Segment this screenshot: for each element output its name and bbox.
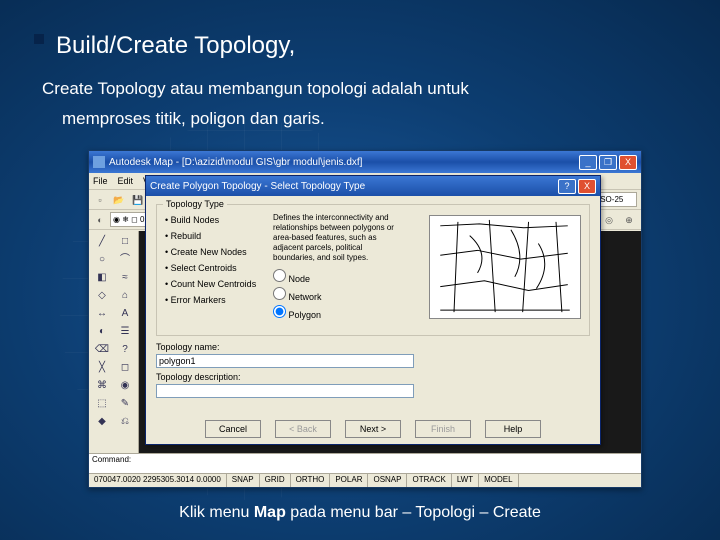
help-button[interactable]: Help (485, 420, 541, 438)
slide-caption: Klik menu Map pada menu bar – Topologi –… (0, 504, 720, 522)
palette-tool-10[interactable]: ◐ (91, 323, 113, 340)
status-ortho[interactable]: ORTHO (291, 474, 331, 487)
step-4: • Count New Centroids (165, 277, 273, 292)
minimize-button[interactable]: _ (579, 155, 597, 170)
dialog-help-button[interactable]: ? (558, 179, 576, 194)
radio-network[interactable]: Network (273, 287, 403, 305)
slide-body-1: Create Topology atau membangun topologi … (42, 76, 680, 102)
topology-name-input[interactable] (156, 354, 414, 368)
palette-tool-5[interactable]: ≈ (114, 269, 136, 286)
back-button[interactable]: < Back (275, 420, 331, 438)
palette-tool-21[interactable]: ⎌ (114, 413, 136, 430)
palette-tool-3[interactable]: ⌒ (114, 251, 136, 268)
step-0: • Build Nodes (165, 213, 273, 228)
group-title: Topology Type (163, 199, 227, 209)
palette-tool-11[interactable]: ☰ (114, 323, 136, 340)
app-titlebar: Autodesk Map - [D:\azizid\modul GIS\gbr … (89, 151, 641, 173)
status-lwt[interactable]: LWT (452, 474, 479, 487)
palette-tool-14[interactable]: ╳ (91, 359, 113, 376)
radio-polygon[interactable]: Polygon (273, 305, 403, 323)
status-model[interactable]: MODEL (479, 474, 518, 487)
topology-preview (429, 215, 581, 319)
palette-tool-7[interactable]: ⌂ (114, 287, 136, 304)
dim-style-dropdown[interactable]: ISO-25 (595, 192, 637, 207)
slide-title: Build/Create Topology, (56, 28, 680, 64)
tool-new-icon[interactable]: ▫ (91, 192, 109, 208)
app-title: Autodesk Map - [D:\azizid\modul GIS\gbr … (109, 157, 362, 168)
palette-tool-17[interactable]: ◉ (114, 377, 136, 394)
palette-tool-12[interactable]: ⌫ (91, 341, 113, 358)
step-list: • Build Nodes• Rebuild• Create New Nodes… (165, 213, 273, 309)
close-button[interactable]: X (619, 155, 637, 170)
topology-type-group: Topology Type • Build Nodes• Rebuild• Cr… (156, 204, 590, 336)
type-description: Defines the interconnectivity and relati… (273, 213, 403, 263)
dialog-title: Create Polygon Topology - Select Topolog… (150, 181, 365, 192)
palette-tool-2[interactable]: ○ (91, 251, 113, 268)
topology-desc-input[interactable] (156, 384, 414, 398)
palette-tool-19[interactable]: ✎ (114, 395, 136, 412)
palette-tool-0[interactable]: ╱ (91, 233, 113, 250)
tool-r4-icon[interactable]: ◎ (600, 212, 618, 228)
tool-palette: ╱□○⌒◧≈◇⌂↔A◐☰⌫?╳◻⌘◉⬚✎◆⎌ (89, 231, 139, 453)
status-snap[interactable]: SNAP (227, 474, 260, 487)
dialog-close-button[interactable]: X (578, 179, 596, 194)
next-button[interactable]: Next > (345, 420, 401, 438)
step-1: • Rebuild (165, 229, 273, 244)
step-2: • Create New Nodes (165, 245, 273, 260)
step-3: • Select Centroids (165, 261, 273, 276)
app-window: Autodesk Map - [D:\azizid\modul GIS\gbr … (88, 150, 642, 488)
create-topology-dialog: Create Polygon Topology - Select Topolog… (145, 175, 601, 445)
command-line[interactable]: Command: (89, 453, 641, 473)
palette-tool-4[interactable]: ◧ (91, 269, 113, 286)
maximize-button[interactable]: ❐ (599, 155, 617, 170)
step-5: • Error Markers (165, 293, 273, 308)
bullet-square (34, 34, 44, 44)
palette-tool-6[interactable]: ◇ (91, 287, 113, 304)
palette-tool-15[interactable]: ◻ (114, 359, 136, 376)
status-otrack[interactable]: OTRACK (407, 474, 451, 487)
menu-edit[interactable]: Edit (118, 176, 134, 186)
radio-node[interactable]: Node (273, 269, 403, 287)
topology-name-label: Topology name: (156, 342, 590, 352)
tool-r5-icon[interactable]: ⊕ (620, 212, 638, 228)
status-polar[interactable]: POLAR (330, 474, 368, 487)
finish-button[interactable]: Finish (415, 420, 471, 438)
palette-tool-9[interactable]: A (114, 305, 136, 322)
dialog-titlebar: Create Polygon Topology - Select Topolog… (146, 176, 600, 196)
status-grid[interactable]: GRID (260, 474, 291, 487)
palette-tool-13[interactable]: ? (114, 341, 136, 358)
status-coords: 070047.0020 2295305.3014 0.0000 (89, 474, 227, 487)
app-icon (93, 156, 105, 168)
status-osnap[interactable]: OSNAP (368, 474, 407, 487)
palette-tool-20[interactable]: ◆ (91, 413, 113, 430)
palette-tool-1[interactable]: □ (114, 233, 136, 250)
status-bar: 070047.0020 2295305.3014 0.0000 SNAPGRID… (89, 473, 641, 487)
palette-tool-8[interactable]: ↔ (91, 305, 113, 322)
slide-body-2: memproses titik, poligon dan garis. (62, 106, 680, 132)
palette-tool-16[interactable]: ⌘ (91, 377, 113, 394)
layer-icon[interactable]: ◐ (91, 212, 109, 228)
topology-desc-label: Topology description: (156, 372, 590, 382)
cancel-button[interactable]: Cancel (205, 420, 261, 438)
menu-file[interactable]: File (93, 176, 108, 186)
tool-open-icon[interactable]: 📂 (110, 192, 128, 208)
palette-tool-18[interactable]: ⬚ (91, 395, 113, 412)
